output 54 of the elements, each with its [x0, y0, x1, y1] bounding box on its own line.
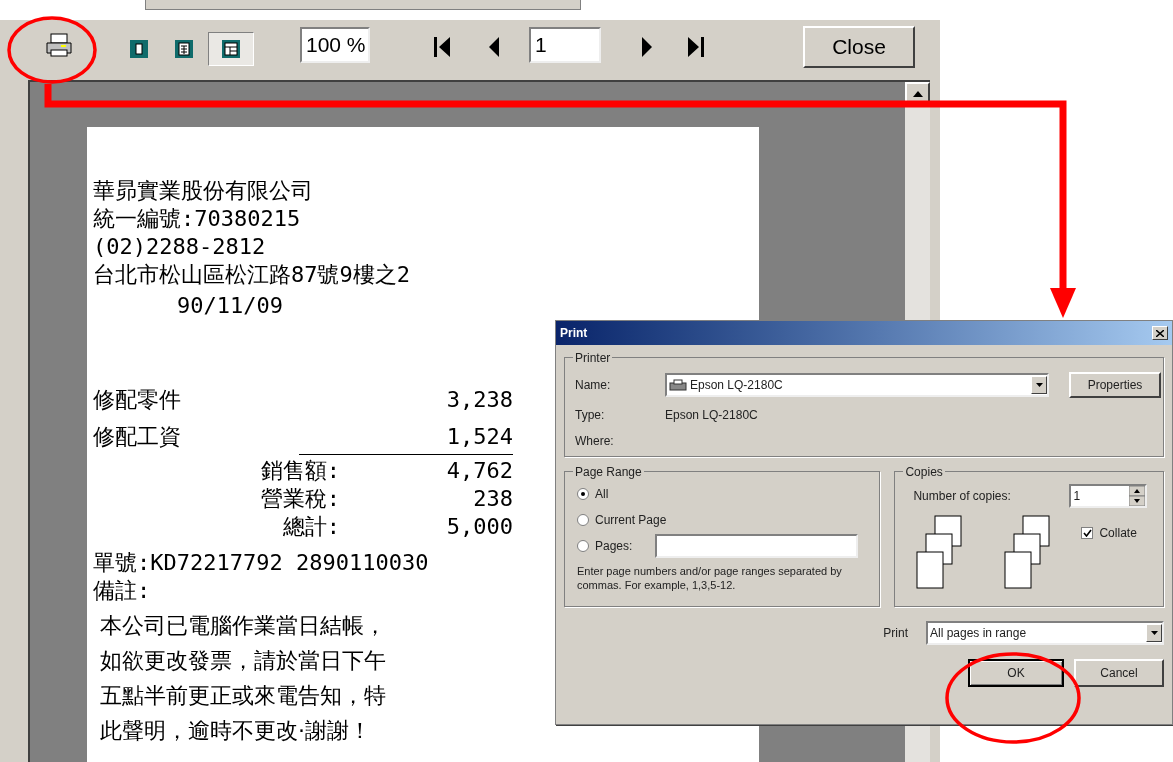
page-view-icon[interactable] [174, 39, 194, 59]
printer-icon [669, 379, 687, 391]
checkbox[interactable] [1081, 527, 1094, 539]
field-label: Number of copies: [913, 488, 1012, 505]
item-label: 修配零件 [93, 386, 181, 414]
field-label: Print [883, 625, 908, 642]
close-icon[interactable] [1152, 326, 1168, 340]
copies-spinner[interactable]: 1 [1069, 484, 1148, 508]
item-amount: 1,524 [446, 423, 513, 451]
pages-field[interactable] [655, 534, 858, 558]
option-label: Pages: [595, 538, 634, 555]
field-value: Epson LQ-2180C [665, 407, 758, 424]
total-amount: 5,000 [445, 513, 513, 541]
receipt-text: (02)2288-2812 [93, 233, 266, 261]
zoom-field[interactable]: 100 % [300, 27, 370, 63]
printer-select[interactable]: Epson LQ-2180C [665, 373, 1049, 397]
total-label: 銷售額: [259, 457, 340, 485]
cancel-button[interactable]: Cancel [1074, 659, 1164, 687]
total-label: 營業稅: [259, 485, 340, 513]
field-label: Type: [575, 407, 606, 424]
notice-text: 五點半前更正或來電告知，特 [100, 683, 386, 709]
field-label: Name: [575, 377, 612, 394]
total-amount: 238 [472, 485, 513, 513]
notice-text: 本公司已電腦作業當日結帳， [100, 613, 386, 639]
radio-button[interactable] [577, 514, 589, 526]
total-amount: 4,762 [445, 457, 513, 485]
receipt-text: 台北市松山區松江路87號9樓之2 [93, 261, 410, 289]
notice-text: 此聲明，逾時不更改·謝謝！ [100, 718, 371, 744]
receipt-text: 統一編號:70380215 [93, 205, 301, 233]
field-label: Where: [575, 433, 615, 450]
spinner-arrows-icon[interactable] [1129, 486, 1146, 506]
print-select[interactable]: All pages in range [926, 621, 1164, 645]
hint-text: Enter page numbers and/or page ranges separated by commas. For example, 1,3,5-12. [577, 564, 843, 592]
total-label: 總計: [281, 513, 340, 541]
order-number: 單號:KD72217792 2890110030 [93, 549, 429, 577]
page-view-icon[interactable] [129, 39, 149, 59]
radio-button[interactable] [577, 540, 589, 552]
checkbox-label: Collate [1099, 525, 1137, 542]
window-title: Print [560, 325, 588, 342]
close-button[interactable]: Close [803, 26, 915, 68]
notice-text: 如欲更改發票，請於當日下午 [100, 648, 386, 674]
ok-button[interactable]: OK [968, 659, 1064, 687]
option-label: Current Page [595, 512, 667, 529]
radio-button[interactable] [577, 488, 589, 500]
item-label: 修配工資 [93, 423, 181, 451]
receipt-text: 華昴實業股份有限公司 [93, 177, 313, 205]
page-view-icon[interactable] [221, 39, 241, 59]
item-amount: 3,238 [446, 386, 513, 414]
remarks-label: 備註: [93, 577, 151, 605]
page-view-button[interactable] [208, 32, 254, 66]
receipt-date: 90/11/09 [177, 292, 283, 320]
properties-button[interactable]: Properties [1069, 372, 1161, 398]
page-number-field[interactable]: 1 [529, 27, 601, 63]
option-label: All [595, 486, 610, 503]
